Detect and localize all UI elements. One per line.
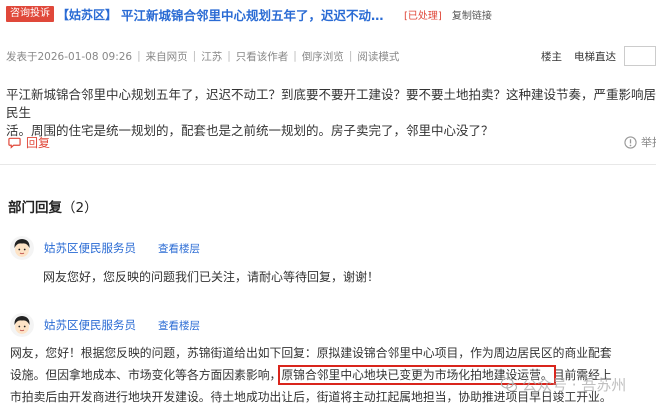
- district-link[interactable]: 【姑苏区】: [57, 6, 117, 23]
- watermark-text: 公众号 · 吾苏州: [522, 376, 627, 394]
- post-title-bar: 咨询投诉 【姑苏区】 平江新城锦合邻里中心规划五年了，迟迟不动工？到底要不要开工…: [6, 4, 656, 24]
- replies-count: （2）: [62, 200, 98, 216]
- post-region: 江苏: [201, 50, 223, 63]
- elevator-direct-label: 电梯直达: [574, 50, 616, 63]
- read-mode-link[interactable]: 阅读模式: [357, 49, 399, 64]
- category-badge: 咨询投诉: [6, 6, 54, 22]
- meta-divider: |: [348, 50, 353, 62]
- reply-content-line: 网友，您好！根据您反映的问题，苏锦街道给出如下回复：原拟建设锦合邻里中心项目，作…: [10, 346, 612, 360]
- avatar: [10, 236, 34, 260]
- report-label: 举报: [641, 136, 656, 149]
- floor-owner-label: 楼主: [541, 50, 562, 63]
- post-title: 平江新城锦合邻里中心规划五年了，迟迟不动工？到底要不要开工建设？: [121, 7, 392, 23]
- reply-icon: [8, 137, 21, 149]
- reply-button[interactable]: 回复: [8, 134, 50, 151]
- meta-divider: |: [192, 50, 197, 62]
- avatar: [10, 313, 34, 337]
- view-floor-link[interactable]: 查看楼层: [158, 241, 200, 256]
- floor-number-input[interactable]: [624, 46, 656, 66]
- department-reply: 姑苏区便民服务员 查看楼层: [10, 313, 656, 337]
- post-time: 发表于2026-01-08 09:26: [6, 50, 133, 63]
- post-content: 平江新城锦合邻里中心规划五年了，迟迟不动工？到底要不要开工建设？要不要土地拍卖？…: [6, 86, 656, 140]
- department-reply: 姑苏区便民服务员 查看楼层 网友您好，您反映的问题我们已关注，请耐心等待回复，谢…: [10, 236, 656, 286]
- watermark: 公众号 · 吾苏州: [500, 374, 626, 395]
- post-content-line: 活。周围的住宅是统一规划的，配套也是之前统一规划的。房子卖完了，邻里中心没了？: [6, 123, 494, 138]
- warning-icon: [624, 135, 637, 149]
- report-button[interactable]: 举报: [624, 134, 656, 150]
- post-meta: 发表于2026-01-08 09:26 | 来自网页 | 江苏 | 只看该作者 …: [6, 46, 656, 66]
- post-source: 来自网页: [145, 50, 188, 63]
- replies-title-text: 部门回复: [8, 200, 62, 216]
- reply-author[interactable]: 姑苏区便民服务员: [44, 240, 136, 256]
- reply-author[interactable]: 姑苏区便民服务员: [44, 317, 136, 333]
- reverse-order-link[interactable]: 倒序浏览: [302, 49, 344, 64]
- meta-divider: |: [227, 50, 231, 62]
- meta-divider: |: [293, 50, 297, 62]
- meta-divider: |: [137, 50, 141, 62]
- post-content-line: 平江新城锦合邻里中心规划五年了，迟迟不动工？到底要不要开工建设？要不要土地拍卖？…: [6, 87, 656, 120]
- status-badge: [已处理]: [404, 10, 442, 22]
- section-divider: [0, 164, 656, 165]
- copy-link-button[interactable]: 复制链接: [452, 7, 492, 22]
- replies-section-title: 部门回复（2）: [8, 196, 98, 216]
- only-author-link[interactable]: 只看该作者: [236, 49, 289, 64]
- wechat-icon: [500, 377, 518, 392]
- reply-content: 网友您好，您反映的问题我们已关注，请耐心等待回复，谢谢！: [43, 270, 380, 284]
- reply-label: 回复: [26, 136, 51, 150]
- view-floor-link[interactable]: 查看楼层: [158, 318, 200, 333]
- reply-text-segment: 设施。但因拿地成本、市场变化等各方面因素影响，: [10, 368, 282, 382]
